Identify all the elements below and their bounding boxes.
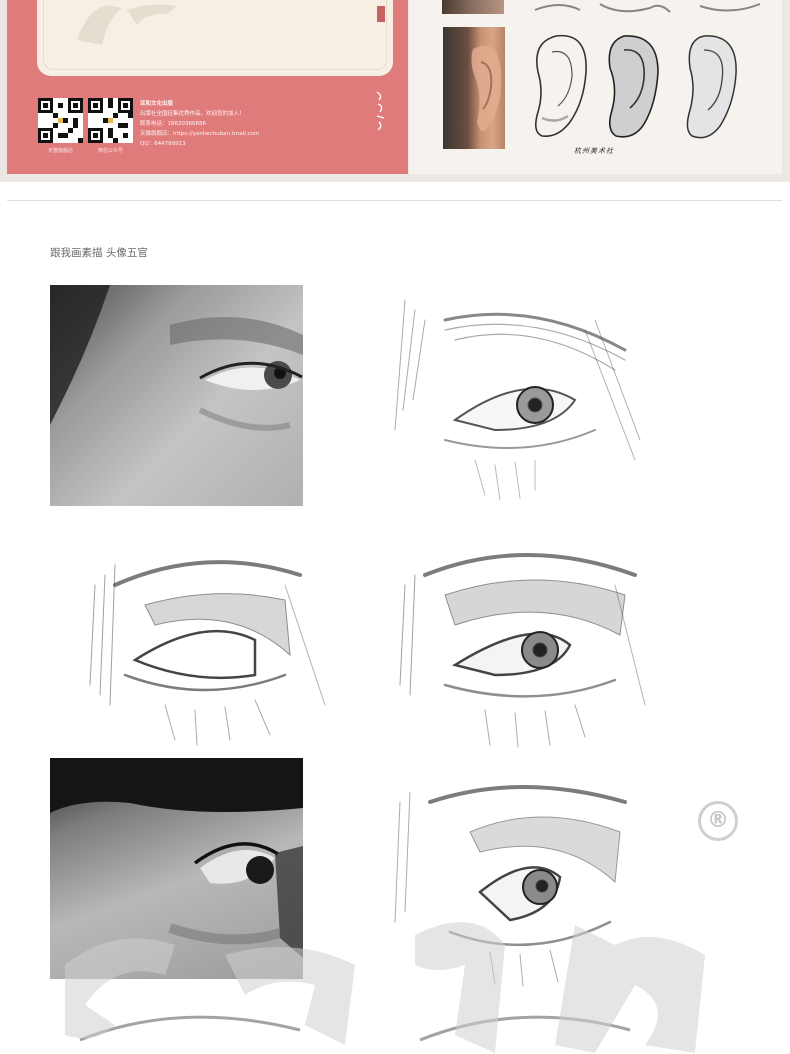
- eye-sketch-bottom-left: [79, 1015, 301, 1042]
- signature-calligraphy: [376, 91, 385, 131]
- ear-sketch-3: [686, 35, 737, 139]
- publisher-phone[interactable]: 联系电话：18620366886: [140, 119, 259, 129]
- brush-mark: [77, 4, 177, 45]
- publisher-name: 亚和文化出版: [140, 101, 174, 107]
- eye-photo-front: [50, 285, 303, 506]
- cover-signature: [375, 90, 385, 138]
- eye-photo-front-detail: [50, 285, 303, 431]
- qr-code-wechat[interactable]: [88, 98, 133, 143]
- registered-trademark: ®: [698, 801, 738, 841]
- qr-label-tmall: 天猫旗舰店: [48, 148, 74, 154]
- photo-ear-cropped: [442, 0, 504, 14]
- cover-cream-panel: [37, 0, 393, 76]
- photo-ear: [443, 27, 505, 149]
- publisher-line: 出版社全国征集优秀作品，欢迎您的加入！: [140, 111, 245, 117]
- publisher-store-url[interactable]: 天猫旗舰店：https://yanhechuban.tmall.com: [140, 129, 259, 139]
- qr-code-tmall[interactable]: [38, 98, 83, 143]
- publisher-qq: QQ：644799913: [140, 141, 186, 147]
- eye-sketch-construction: [89, 560, 326, 746]
- spine-seal-mark: [377, 6, 385, 22]
- ear-sketch-1: [534, 34, 587, 138]
- eye-photo-side-detail: [50, 758, 303, 958]
- book-spread: 天猫旗舰店 微信公众号 亚和文化出版 出版社全国征集优秀作品，欢迎您的加入！ 联…: [0, 0, 790, 182]
- sketch-strip-top: [534, 3, 761, 13]
- ear-shape: [471, 45, 502, 131]
- eye-sketch-1: [394, 299, 641, 501]
- eye-sketch-bottom-right: [419, 1015, 631, 1042]
- page-caption: 跟我画素描 头像五官: [50, 247, 148, 259]
- qr-label-wechat: 微信公众号: [98, 148, 124, 154]
- eye-photo-side: [50, 758, 303, 979]
- ear-sketch-2: [608, 35, 659, 138]
- inner-page-signature: 杭州美术社: [574, 147, 614, 155]
- publisher-info: 亚和文化出版 出版社全国征集优秀作品，欢迎您的加入！ 联系电话：18620366…: [140, 99, 259, 149]
- eye-sketch-2: [399, 553, 646, 748]
- eye-sketch-3: [394, 785, 627, 987]
